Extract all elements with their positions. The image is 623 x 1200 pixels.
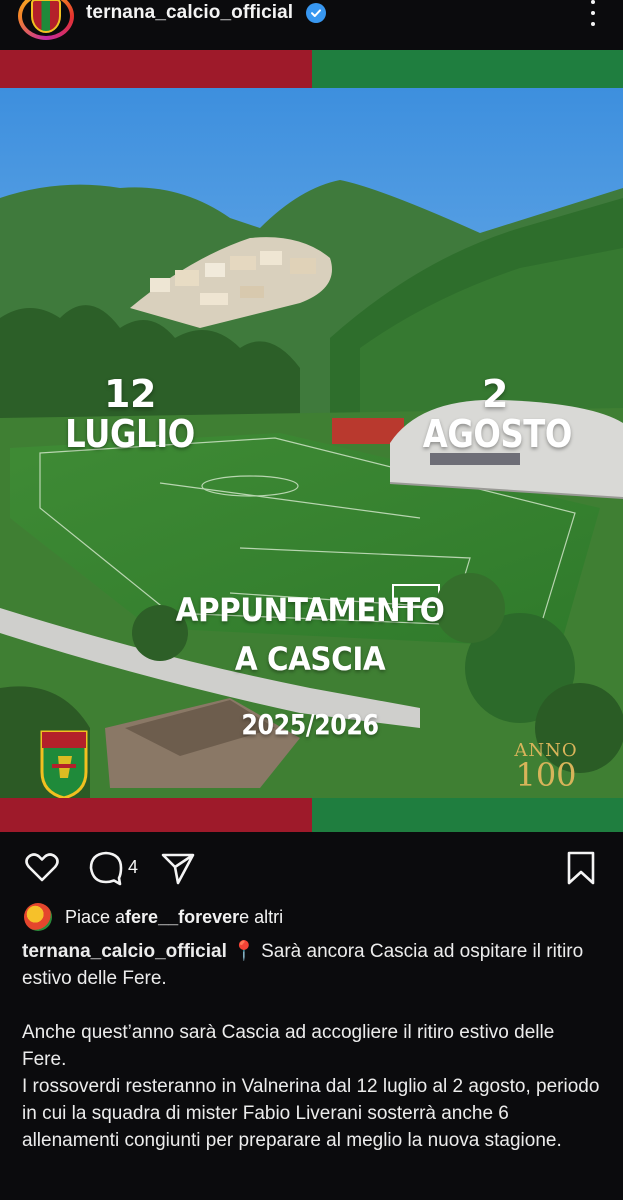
more-options-icon[interactable] [585,0,601,26]
ternana-crest-logo [38,726,90,800]
club-crest-icon [31,0,61,33]
post-header: ternana_calcio_official [0,0,623,50]
liker-avatar [24,903,52,931]
comment-bubble-icon[interactable] [86,848,126,888]
season-label: 2025/2026 [241,708,379,741]
anniversary-logo: ANNO 100 [506,742,586,794]
caption-username[interactable]: ternana_calcio_official [22,941,227,962]
bookmark-icon[interactable] [561,848,601,888]
post-caption: ternana_calcio_official 📍 Sarà ancora Ca… [22,938,602,1154]
action-bar: 4 [0,840,623,890]
anniversary-number: 100 [515,756,577,794]
verified-badge-icon [306,3,326,23]
likes-suffix: e altri [239,906,284,927]
likes-summary[interactable]: Piace a fere__forever e altri [24,902,283,932]
headline-line-2: A CASCIA [234,640,386,678]
profile-avatar[interactable] [18,0,74,40]
bottom-stripe [0,798,623,832]
start-month: LUGLIO [65,412,195,456]
post-image[interactable]: 12 LUGLIO 2 AGOSTO APPUNTAMENTO A CASCIA… [0,50,623,832]
liker-username[interactable]: fere__forever [125,907,239,928]
likes-prefix: Piace a [65,906,126,927]
caption-paragraph-line-2: I rossoverdi resteranno in Valnerina dal… [22,1076,600,1151]
avatar-inner [22,0,70,36]
headline-line-1: APPUNTAMENTO [175,591,445,629]
top-stripe [0,50,623,88]
heart-icon[interactable] [22,848,62,888]
caption-paragraph-line-1: Anche quest’anno sarà Cascia ad accoglie… [22,1022,555,1070]
end-day: 2 [482,372,508,416]
paper-plane-icon[interactable] [158,848,198,888]
end-month: AGOSTO [422,412,573,456]
comment-count: 4 [128,857,139,877]
start-day: 12 [104,372,156,416]
pin-icon: 📍 [232,941,256,962]
username-link[interactable]: ternana_calcio_official [86,2,293,24]
